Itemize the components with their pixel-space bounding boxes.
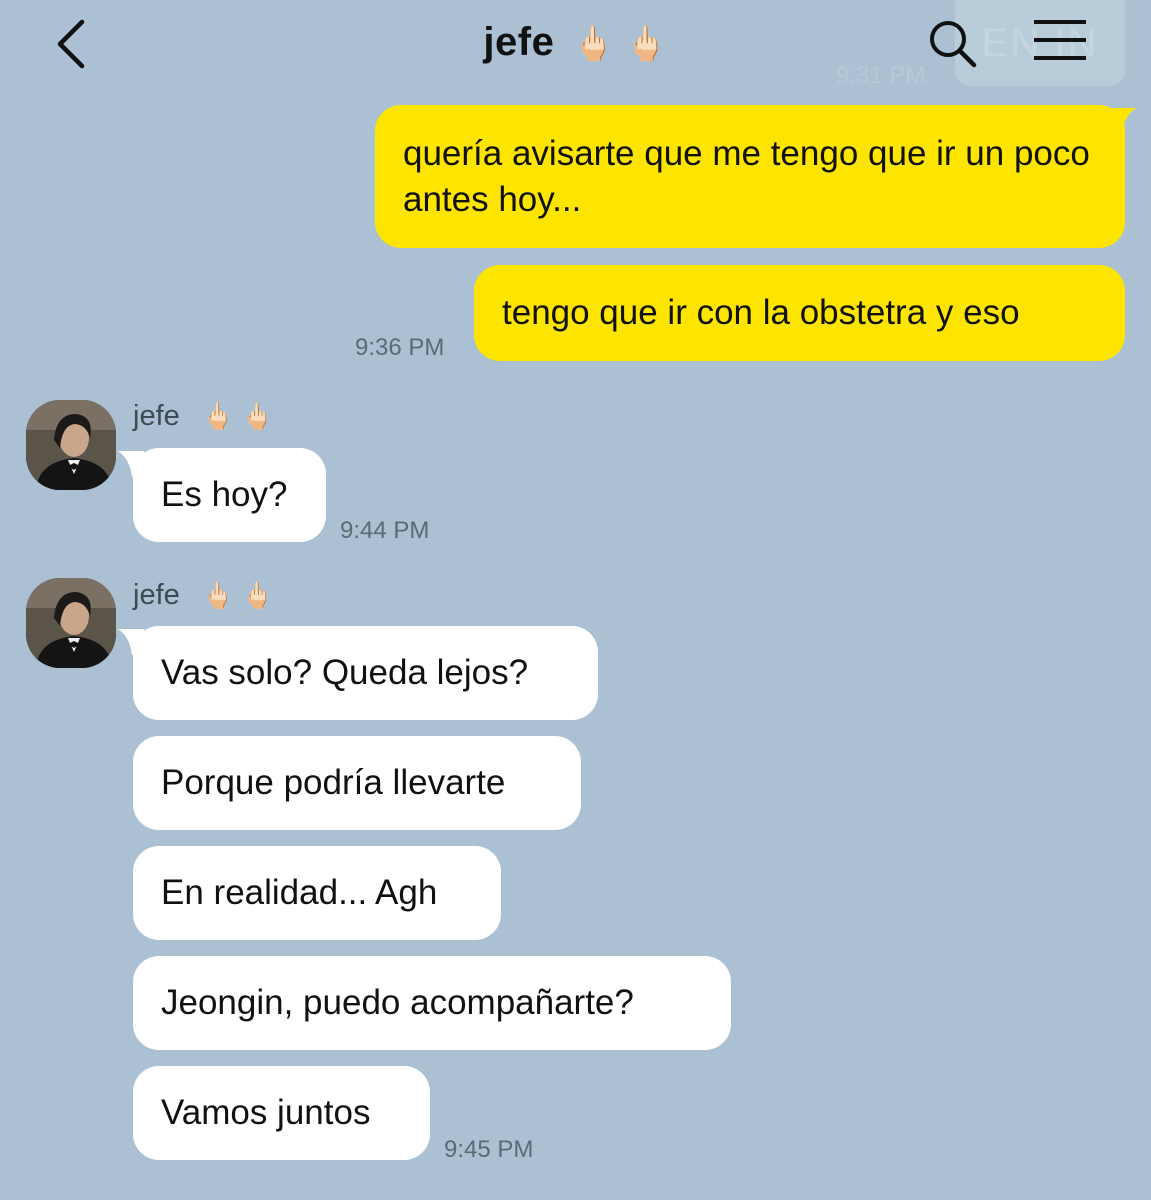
message-timestamp: 9:45 PM bbox=[444, 1136, 534, 1163]
avatar-photo bbox=[26, 578, 116, 668]
incoming-message-bubble[interactable]: Jeongin, puedo acompañarte? bbox=[133, 956, 731, 1050]
message-timestamp: 9:36 PM bbox=[355, 334, 445, 361]
message-text: Porque podría llevarte bbox=[161, 763, 506, 802]
incoming-message-bubble[interactable]: Porque podría llevarte bbox=[133, 736, 581, 830]
message-text: Vamos juntos bbox=[161, 1093, 371, 1132]
outgoing-message-bubble[interactable]: quería avisarte que me tengo que ir un p… bbox=[375, 105, 1125, 248]
message-text: Es hoy? bbox=[161, 475, 288, 514]
incoming-message-bubble[interactable]: Vas solo? Queda lejos? bbox=[133, 626, 598, 720]
outgoing-message-bubble[interactable]: tengo que ir con la obstetra y eso bbox=[474, 265, 1125, 361]
incoming-message-bubble[interactable]: Es hoy? bbox=[133, 448, 326, 542]
avatar[interactable] bbox=[26, 578, 116, 668]
bubble-tail bbox=[1110, 108, 1136, 134]
hamburger-menu-icon[interactable] bbox=[1030, 18, 1090, 62]
search-icon[interactable] bbox=[924, 16, 980, 72]
sender-emoji: 🖕🏻 🖕🏻 bbox=[201, 401, 274, 431]
avatar[interactable] bbox=[26, 400, 116, 490]
message-timestamp: 9:44 PM bbox=[340, 517, 430, 544]
message-text: Jeongin, puedo acompañarte? bbox=[161, 983, 634, 1022]
message-text: quería avisarte que me tengo que ir un p… bbox=[403, 134, 1090, 219]
chat-title-emoji: 🖕🏻 🖕🏻 bbox=[571, 25, 668, 63]
sender-emoji: 🖕🏻 🖕🏻 bbox=[201, 580, 274, 610]
chat-title-text: jefe bbox=[483, 20, 555, 64]
message-text: tengo que ir con la obstetra y eso bbox=[502, 293, 1020, 332]
incoming-message-bubble[interactable]: En realidad... Agh bbox=[133, 846, 501, 940]
sender-name-text: jefe bbox=[133, 400, 180, 432]
sender-name: jefe 🖕🏻 🖕🏻 bbox=[133, 400, 274, 433]
message-text: Vas solo? Queda lejos? bbox=[161, 653, 529, 692]
sender-name: jefe 🖕🏻 🖕🏻 bbox=[133, 579, 274, 612]
avatar-photo bbox=[26, 400, 116, 490]
message-text: En realidad... Agh bbox=[161, 873, 438, 912]
incoming-message-bubble[interactable]: Vamos juntos bbox=[133, 1066, 430, 1160]
sender-name-text: jefe bbox=[133, 579, 180, 611]
faded-timestamp: 9:31 PM bbox=[836, 62, 926, 89]
